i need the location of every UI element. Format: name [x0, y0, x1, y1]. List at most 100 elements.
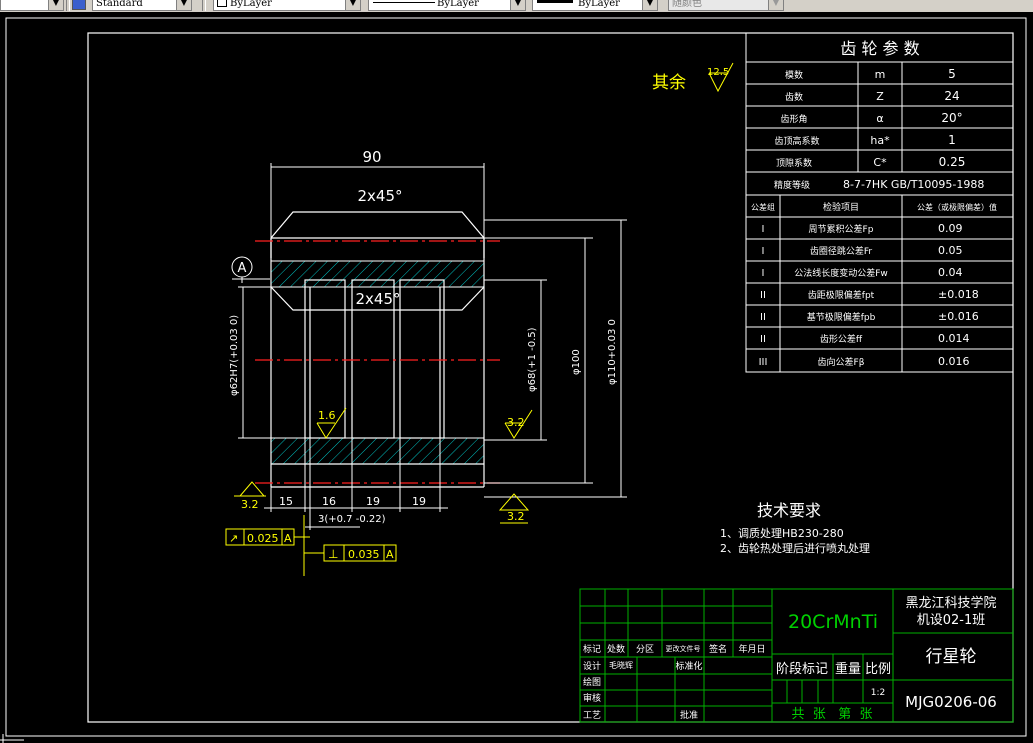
param-sym: Z: [876, 90, 884, 103]
param-val: 20°: [941, 111, 962, 125]
dim-16: 16: [322, 495, 336, 508]
check-val: ±0.016: [938, 310, 979, 323]
r-mark: 标记: [583, 643, 601, 655]
gear-check-rows: I 周节累积公差Fp 0.09 I 齿圈径跳公差Fr 0.05 I 公法线长度变…: [759, 222, 979, 368]
tech-req-line1: 1、调质处理HB230-280: [720, 527, 844, 540]
param-sym: C*: [873, 156, 887, 169]
dim-three: 3(+0.7 -0.22): [318, 514, 386, 525]
check-item: 周节累积公差Fp: [809, 223, 874, 235]
chevron-down-icon: ▼: [768, 0, 783, 10]
textstyle-icon[interactable]: [72, 0, 86, 10]
scale-value: 1:2: [871, 688, 885, 698]
r-std: 标准化: [675, 660, 702, 672]
sheets: 共 张 第 张: [792, 707, 873, 722]
lineweight-select[interactable]: ByLayer ▼: [532, 0, 658, 11]
r-design: 设计: [583, 660, 601, 672]
stage-label: 阶段标记: [776, 662, 828, 677]
param-sym: ha*: [870, 134, 890, 147]
tol-runout-val: 0.025: [247, 532, 279, 545]
toolbar-separator: [202, 0, 206, 11]
check-group: III: [759, 357, 768, 368]
dim-outer: φ110+0.03 0: [607, 319, 618, 385]
layer-select[interactable]: ByLayer ▼: [213, 0, 361, 11]
color-value: 随颜色: [672, 0, 702, 9]
r-docno: 更改文件号: [666, 644, 701, 653]
param-val: 0.25: [939, 155, 966, 169]
dim-chamfer-inner: 2x45°: [355, 290, 400, 308]
toolbar-dropdown-left[interactable]: ▼: [0, 0, 64, 11]
toolbar-separator: [66, 0, 70, 11]
param-label: 顶隙系数: [776, 157, 812, 169]
check-group: I: [762, 246, 765, 257]
precision-label: 精度等级: [774, 179, 810, 191]
r-check: 审核: [583, 692, 601, 704]
part-name: 行星轮: [926, 647, 977, 667]
dim-groove: φ68(+1 -0.5): [527, 327, 538, 392]
tech-req-title: 技术要求: [757, 501, 821, 520]
dim-15: 15: [279, 495, 293, 508]
drawing-code: MJG0206-06: [905, 693, 997, 711]
tol-perp-ref: A: [386, 548, 394, 561]
ucs-icon: [0, 734, 24, 743]
param-val: 1: [948, 133, 956, 147]
textstyle-select[interactable]: Standard ▼: [92, 0, 192, 11]
param-sym: m: [875, 68, 886, 81]
layer-value: ByLayer: [230, 0, 272, 9]
dimension-lines: [238, 163, 627, 530]
drawing-canvas[interactable]: A 90 2x45° 2x45° φ62H7(+0.03 0) φ68(+1 -…: [0, 12, 1033, 743]
linetype-value: ByLayer: [437, 0, 479, 9]
chevron-down-icon: ▼: [345, 0, 360, 10]
chevron-down-icon: ▼: [510, 0, 525, 10]
dim-19a: 19: [366, 495, 380, 508]
hdr-tol: 公差（或极限偏差）值: [917, 202, 997, 212]
check-item: 齿形公差ff: [820, 333, 863, 345]
check-val: 0.014: [938, 332, 970, 345]
hdr-item: 检验项目: [823, 201, 859, 213]
check-group: II: [760, 334, 766, 345]
tol-perp-sym: ⊥: [328, 547, 338, 561]
tech-req-line2: 2、齿轮热处理后进行喷丸处理: [720, 541, 870, 555]
param-val: 5: [948, 67, 956, 81]
datum-label: A: [238, 261, 247, 276]
linetype-select[interactable]: ByLayer ▼: [368, 0, 526, 11]
roughness-3-2-bl: 3.2: [241, 498, 259, 511]
chevron-down-icon: ▼: [48, 0, 63, 10]
r-process: 工艺: [583, 710, 601, 721]
color-select[interactable]: 随颜色 ▼: [668, 0, 784, 11]
part-section-view: A 90 2x45° 2x45° φ62H7(+0.03 0) φ68(+1 -…: [225, 62, 734, 576]
r-count: 处数: [607, 643, 625, 655]
r-sign: 签名: [709, 643, 727, 655]
check-item: 基节极限偏差fpb: [807, 311, 876, 323]
param-val: 24: [944, 89, 959, 103]
roughness-rest-label: 其余: [652, 73, 686, 93]
roughness-3-2-bm: 3.2: [507, 510, 525, 523]
check-val: ±0.018: [938, 288, 979, 301]
material: 20CrMnTi: [788, 611, 878, 633]
roughness-3-2-right: 3.2: [507, 416, 525, 429]
dim-length: 90: [362, 148, 381, 166]
hatch-bottom: [270, 437, 485, 465]
school: 黑龙江科技学院: [905, 595, 996, 611]
chevron-down-icon: ▼: [642, 0, 657, 10]
linetype-line-icon: [373, 2, 435, 3]
scale-label: 比例: [865, 662, 891, 677]
properties-toolbar: ▼ Standard ▼ ByLayer ▼ ByLayer ▼ ByLayer ▼ 随…: [0, 0, 1033, 12]
check-group: II: [760, 312, 766, 323]
tol-runout-ref: A: [284, 532, 292, 545]
dim-19b: 19: [412, 495, 426, 508]
check-val: 0.05: [938, 244, 963, 257]
r-std-sign: 毛晓辉: [609, 660, 633, 670]
precision-value: 8-7-7HK GB/T10095-1988: [843, 178, 984, 191]
dim-bore: φ62H7(+0.03 0): [229, 315, 240, 396]
r-zone: 分区: [636, 644, 654, 655]
dim-100: φ100: [571, 349, 582, 375]
lineweight-value: ByLayer: [578, 0, 620, 9]
r-draw: 绘图: [583, 676, 601, 688]
check-item: 公法线长度变动公差Fw: [794, 267, 888, 279]
outer-profile: [270, 211, 485, 258]
param-label: 模数: [785, 69, 803, 81]
hdr-group: 公差组: [751, 202, 775, 212]
check-group: I: [762, 268, 765, 279]
check-val: 0.09: [938, 222, 963, 235]
tol-perp-val: 0.035: [348, 548, 380, 561]
